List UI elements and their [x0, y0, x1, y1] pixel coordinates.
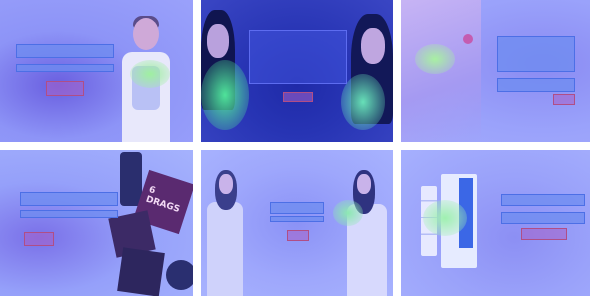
text-placeholder-box: [16, 44, 114, 58]
text-placeholder-box: [497, 36, 575, 72]
image-tile-3[interactable]: [401, 0, 590, 142]
text-placeholder-panel: [249, 30, 347, 84]
image-tile-6[interactable]: [401, 150, 590, 296]
button-placeholder-box: [553, 94, 575, 105]
heatmap-glow: [341, 74, 385, 130]
image-grid: 6 DRAGS: [0, 0, 590, 296]
text-placeholder-box: [16, 64, 114, 72]
woman-body: [207, 202, 243, 296]
button-placeholder-box: [521, 228, 567, 240]
text-placeholder-box: [20, 210, 118, 218]
image-tile-1[interactable]: [0, 0, 193, 142]
button-placeholder-box: [46, 81, 84, 96]
woman-face: [219, 174, 233, 194]
woman-face: [361, 28, 385, 64]
child-head: [133, 18, 159, 50]
text-placeholder-box: [270, 216, 324, 222]
text-placeholder-box: [501, 212, 585, 224]
heatmap-glow: [423, 200, 467, 236]
text-placeholder-box: [270, 202, 324, 214]
text-placeholder-box: [20, 192, 118, 206]
heatmap-glow: [201, 60, 249, 130]
pack-label: 6 DRAGS: [144, 185, 182, 215]
button-placeholder-box: [283, 92, 313, 102]
heatmap-glow: [415, 44, 455, 74]
woman-face: [207, 24, 229, 58]
heatmap-glow: [130, 60, 170, 88]
text-placeholder-box: [497, 78, 575, 92]
image-tile-2[interactable]: [201, 0, 393, 142]
text-placeholder-box: [501, 194, 585, 206]
button-placeholder-box: [287, 230, 309, 241]
product-pack: [117, 247, 165, 296]
button-placeholder-box: [24, 232, 54, 246]
accent-dot: [463, 34, 473, 44]
image-tile-5[interactable]: [201, 150, 393, 296]
product-tin: [166, 260, 193, 290]
image-tile-4[interactable]: 6 DRAGS: [0, 150, 193, 296]
woman-face: [357, 174, 371, 194]
product-bottle: [120, 152, 142, 206]
heatmap-glow: [333, 200, 363, 226]
